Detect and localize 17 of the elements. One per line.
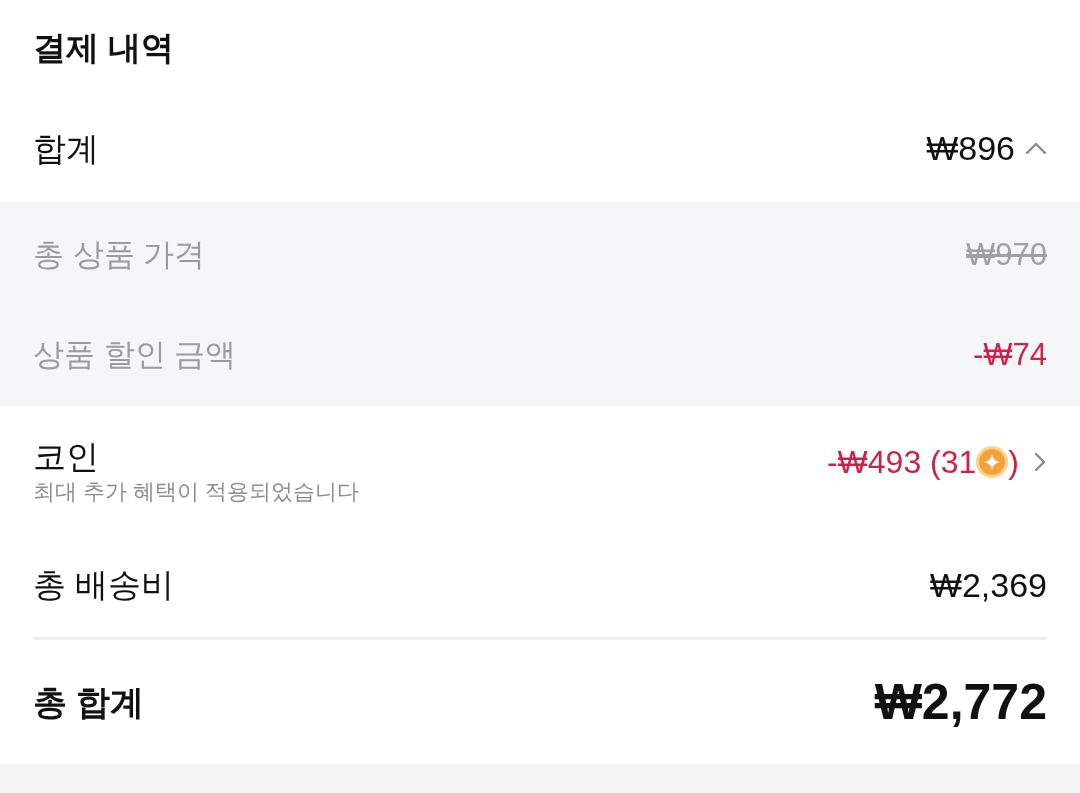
shipping-amount: ₩2,369 — [929, 567, 1047, 602]
coin-icon — [976, 446, 1009, 478]
subtotal-label: 합계 — [33, 131, 99, 165]
coin-note: 최대 추가 혜택이 적용되었습니다 — [33, 480, 360, 503]
total-amount: ₩2,772 — [874, 677, 1047, 727]
breakdown-label: 상품 할인 금액 — [33, 338, 237, 370]
breakdown-label: 총 상품 가격 — [33, 238, 206, 270]
section-title: 결제 내역 — [33, 30, 175, 64]
shipping-label: 총 배송비 — [33, 568, 175, 601]
chevron-right-icon[interactable] — [1033, 451, 1047, 473]
coin-label: 코인 — [33, 439, 99, 473]
subtotal-amount: ₩896 — [926, 131, 1015, 165]
breakdown-amount: -₩74 — [972, 338, 1047, 370]
total-label: 총 합계 — [33, 685, 145, 719]
coin-discount-amount: -₩493 (31 — [826, 446, 977, 478]
breakdown-amount: ₩970 — [966, 238, 1047, 270]
coin-amount-close: ) — [1008, 446, 1019, 478]
